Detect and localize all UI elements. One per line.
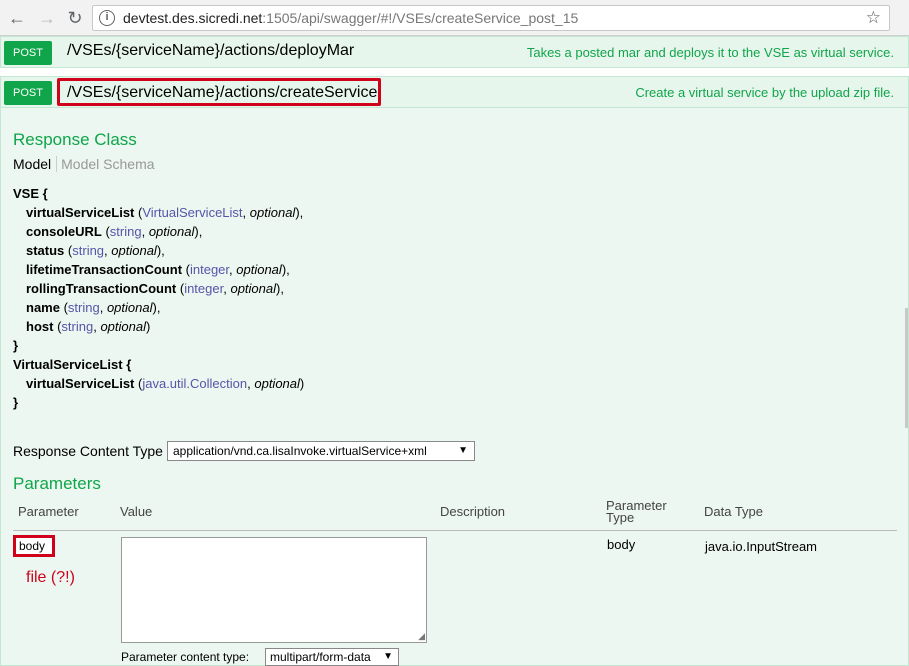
schema-open: VSE {: [13, 186, 48, 201]
model-tabs: Model Model Schema: [13, 156, 155, 172]
operation-description[interactable]: Create a virtual service by the upload z…: [635, 85, 894, 100]
resize-handle-icon[interactable]: ◢: [418, 632, 425, 641]
response-content-type-select[interactable]: application/vnd.ca.lisaInvoke.virtualSer…: [167, 441, 475, 461]
property-optional: optional: [148, 224, 195, 239]
operation-path[interactable]: /VSEs/{serviceName}/actions/deployMar: [67, 42, 354, 60]
highlight-box: /VSEs/{serviceName}/actions/createServic…: [57, 78, 381, 106]
reload-icon[interactable]: ↻: [64, 7, 86, 29]
property-end: ),: [152, 300, 161, 315]
property-type[interactable]: java.util.Collection: [142, 376, 247, 391]
property-optional: optional: [106, 300, 153, 315]
schema-property: virtualServiceList (VirtualServiceList, …: [26, 205, 304, 220]
schema-property: status (string, optional),: [26, 243, 165, 258]
dropdown-arrow-icon: ▼: [458, 445, 468, 456]
property-name: name: [26, 300, 60, 315]
property-type[interactable]: integer: [190, 262, 229, 277]
tab-model-schema[interactable]: Model Schema: [57, 156, 154, 172]
parameter-content-type-select[interactable]: multipart/form-data ▼: [265, 648, 399, 666]
property-type[interactable]: string: [110, 224, 142, 239]
browser-toolbar: ← → ↻ i devtest.des.sicredi.net:1505/api…: [0, 0, 909, 36]
method-badge[interactable]: POST: [4, 41, 52, 65]
property-optional: optional: [100, 319, 146, 334]
property-end: ),: [276, 281, 284, 296]
property-name: virtualServiceList: [26, 376, 135, 391]
column-header-line: Type: [606, 510, 635, 525]
operation-create-service[interactable]: POST /VSEs/{serviceName}/actions/createS…: [0, 76, 909, 108]
schema-open: VirtualServiceList {: [13, 357, 132, 372]
property-name: consoleURL: [26, 224, 102, 239]
header-divider: [13, 530, 897, 531]
info-icon[interactable]: i: [99, 10, 115, 26]
schema-property: name (string, optional),: [26, 300, 161, 315]
body-value-textarea[interactable]: ◢: [121, 537, 427, 643]
property-end: ),: [295, 205, 304, 220]
forward-icon[interactable]: →: [36, 7, 58, 29]
property-optional: optional: [249, 205, 296, 220]
property-optional: optional: [230, 281, 277, 296]
property-end: ),: [194, 224, 203, 239]
response-class-heading: Response Class: [13, 130, 137, 149]
dropdown-arrow-icon: ▼: [383, 651, 393, 662]
schema-close: }: [13, 338, 19, 353]
parameter-name-highlight: body: [13, 535, 55, 557]
schema-property: host (string, optional): [26, 319, 151, 334]
property-type[interactable]: string: [61, 319, 93, 334]
tab-model[interactable]: Model: [13, 156, 58, 172]
schema-property: lifetimeTransactionCount (integer, optio…: [26, 262, 290, 277]
scrollbar[interactable]: [905, 308, 908, 428]
response-content-type-label: Response Content Type: [13, 443, 163, 459]
method-badge[interactable]: POST: [4, 81, 52, 105]
property-end: ),: [281, 262, 290, 277]
property-end: ),: [156, 243, 165, 258]
schema-property: virtualServiceList (java.util.Collection…: [26, 376, 305, 391]
property-optional: optional: [111, 243, 157, 258]
url-text[interactable]: devtest.des.sicredi.net:1505/api/swagger…: [123, 10, 578, 26]
parameter-type: body: [607, 537, 636, 552]
column-header-data-type: Data Type: [704, 504, 764, 519]
property-name: rollingTransactionCount: [26, 281, 177, 296]
back-icon[interactable]: ←: [6, 7, 28, 29]
property-name: status: [26, 243, 65, 258]
property-name: host: [26, 319, 54, 334]
schema-close: }: [13, 395, 19, 410]
operation-content: Response Class Model Model Schema VSE { v…: [0, 108, 909, 666]
property-name: virtualServiceList: [26, 205, 135, 220]
property-type[interactable]: VirtualServiceList: [142, 205, 242, 220]
select-value: multipart/form-data: [270, 650, 371, 664]
parameters-heading: Parameters: [13, 474, 101, 493]
property-end: ): [299, 376, 305, 391]
property-name: lifetimeTransactionCount: [26, 262, 183, 277]
url-path: :1505/api/swagger/#!/VSEs/createService_…: [262, 10, 579, 26]
property-type[interactable]: string: [68, 300, 100, 315]
select-value: application/vnd.ca.lisaInvoke.virtualSer…: [173, 444, 427, 458]
column-header-parameter-type: Parameter Type: [606, 499, 667, 525]
parameter-data-type: java.io.InputStream: [705, 539, 818, 554]
operation-path[interactable]: /VSEs/{serviceName}/actions/createServic…: [67, 84, 377, 102]
property-type[interactable]: string: [72, 243, 104, 258]
schema-property: consoleURL (string, optional),: [26, 224, 203, 239]
model-schema-view: VSE { virtualServiceList (VirtualService…: [13, 184, 304, 412]
property-end: ): [145, 319, 151, 334]
property-optional: optional: [236, 262, 282, 277]
star-icon[interactable]: ☆: [866, 8, 881, 28]
parameter-name: body: [19, 539, 46, 553]
url-host: devtest.des.sicredi.net: [123, 10, 263, 26]
column-header-value: Value: [120, 504, 153, 519]
parameter-content-type-label: Parameter content type:: [121, 650, 250, 664]
address-bar[interactable]: i devtest.des.sicredi.net:1505/api/swagg…: [92, 5, 890, 31]
property-type[interactable]: integer: [184, 281, 223, 296]
column-header-parameter: Parameter: [18, 504, 79, 519]
schema-property: rollingTransactionCount (integer, option…: [26, 281, 284, 296]
operation-deploy-mar[interactable]: POST /VSEs/{serviceName}/actions/deployM…: [0, 36, 909, 68]
property-optional: optional: [254, 376, 300, 391]
annotation-note: file (?!): [26, 569, 75, 586]
operation-description[interactable]: Takes a posted mar and deploys it to the…: [527, 45, 894, 60]
column-header-description: Description: [440, 504, 506, 519]
